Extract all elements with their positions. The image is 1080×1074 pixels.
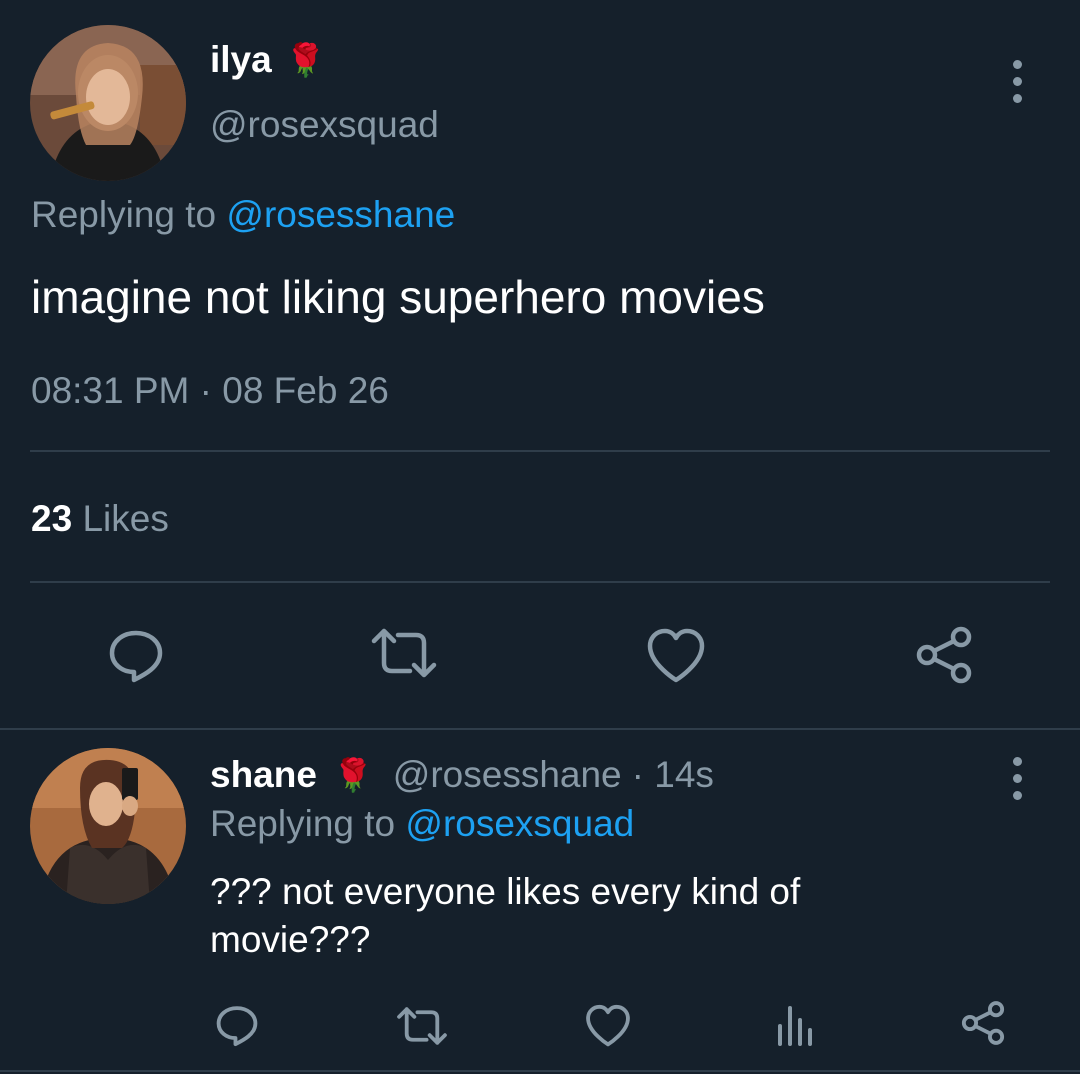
author-name[interactable]: ilya [210,39,272,81]
like-icon[interactable] [646,628,706,684]
likes-label: Likes [82,498,169,539]
tweet-text: imagine not liking superhero movies [31,271,765,323]
avatar-ilya[interactable] [30,25,186,181]
rose-emoji-icon: 🌹 [285,42,326,78]
reply-text: ??? not everyone likes every kind of mov… [210,868,800,964]
replying-prefix: Replying to [210,803,396,844]
reply-text-line: ??? not everyone likes every kind of [210,871,801,912]
reply-time-ago: · 14s [631,754,714,795]
more-options-icon[interactable] [1011,757,1023,800]
retweet-icon[interactable] [396,1004,448,1048]
reply-text-line: movie??? [210,919,371,960]
reply-icon[interactable] [106,625,166,685]
share-icon[interactable] [914,625,974,685]
replying-to-link[interactable]: @rosexsquad [405,803,634,844]
divider [0,1070,1080,1072]
replying-to-link[interactable]: @rosesshane [226,194,455,235]
likes-count: 23 [31,498,73,539]
divider [30,450,1050,452]
like-icon[interactable] [585,1004,631,1048]
tweet-timestamp: 08:31 PM · 08 Feb 26 [31,370,389,411]
more-options-icon[interactable] [1011,60,1023,103]
rose-emoji-icon: 🌹 [332,757,373,793]
divider [30,581,1050,583]
reply-author-name[interactable]: shane [210,754,317,796]
likes-stat[interactable]: 23 Likes [31,498,169,540]
share-icon[interactable] [960,1000,1006,1046]
avatar-shane[interactable] [30,748,186,904]
replying-to-line: Replying to @rosesshane [31,194,455,236]
reply-icon[interactable] [214,1002,260,1048]
reply-author-handle[interactable]: @rosesshane [393,754,622,796]
retweet-icon[interactable] [370,625,438,681]
reply-replying-to-line: Replying to @rosexsquad [210,803,634,845]
replying-prefix: Replying to [31,194,217,235]
author-handle[interactable]: @rosexsquad [210,104,439,146]
analytics-icon[interactable] [776,1004,816,1046]
divider [0,728,1080,730]
